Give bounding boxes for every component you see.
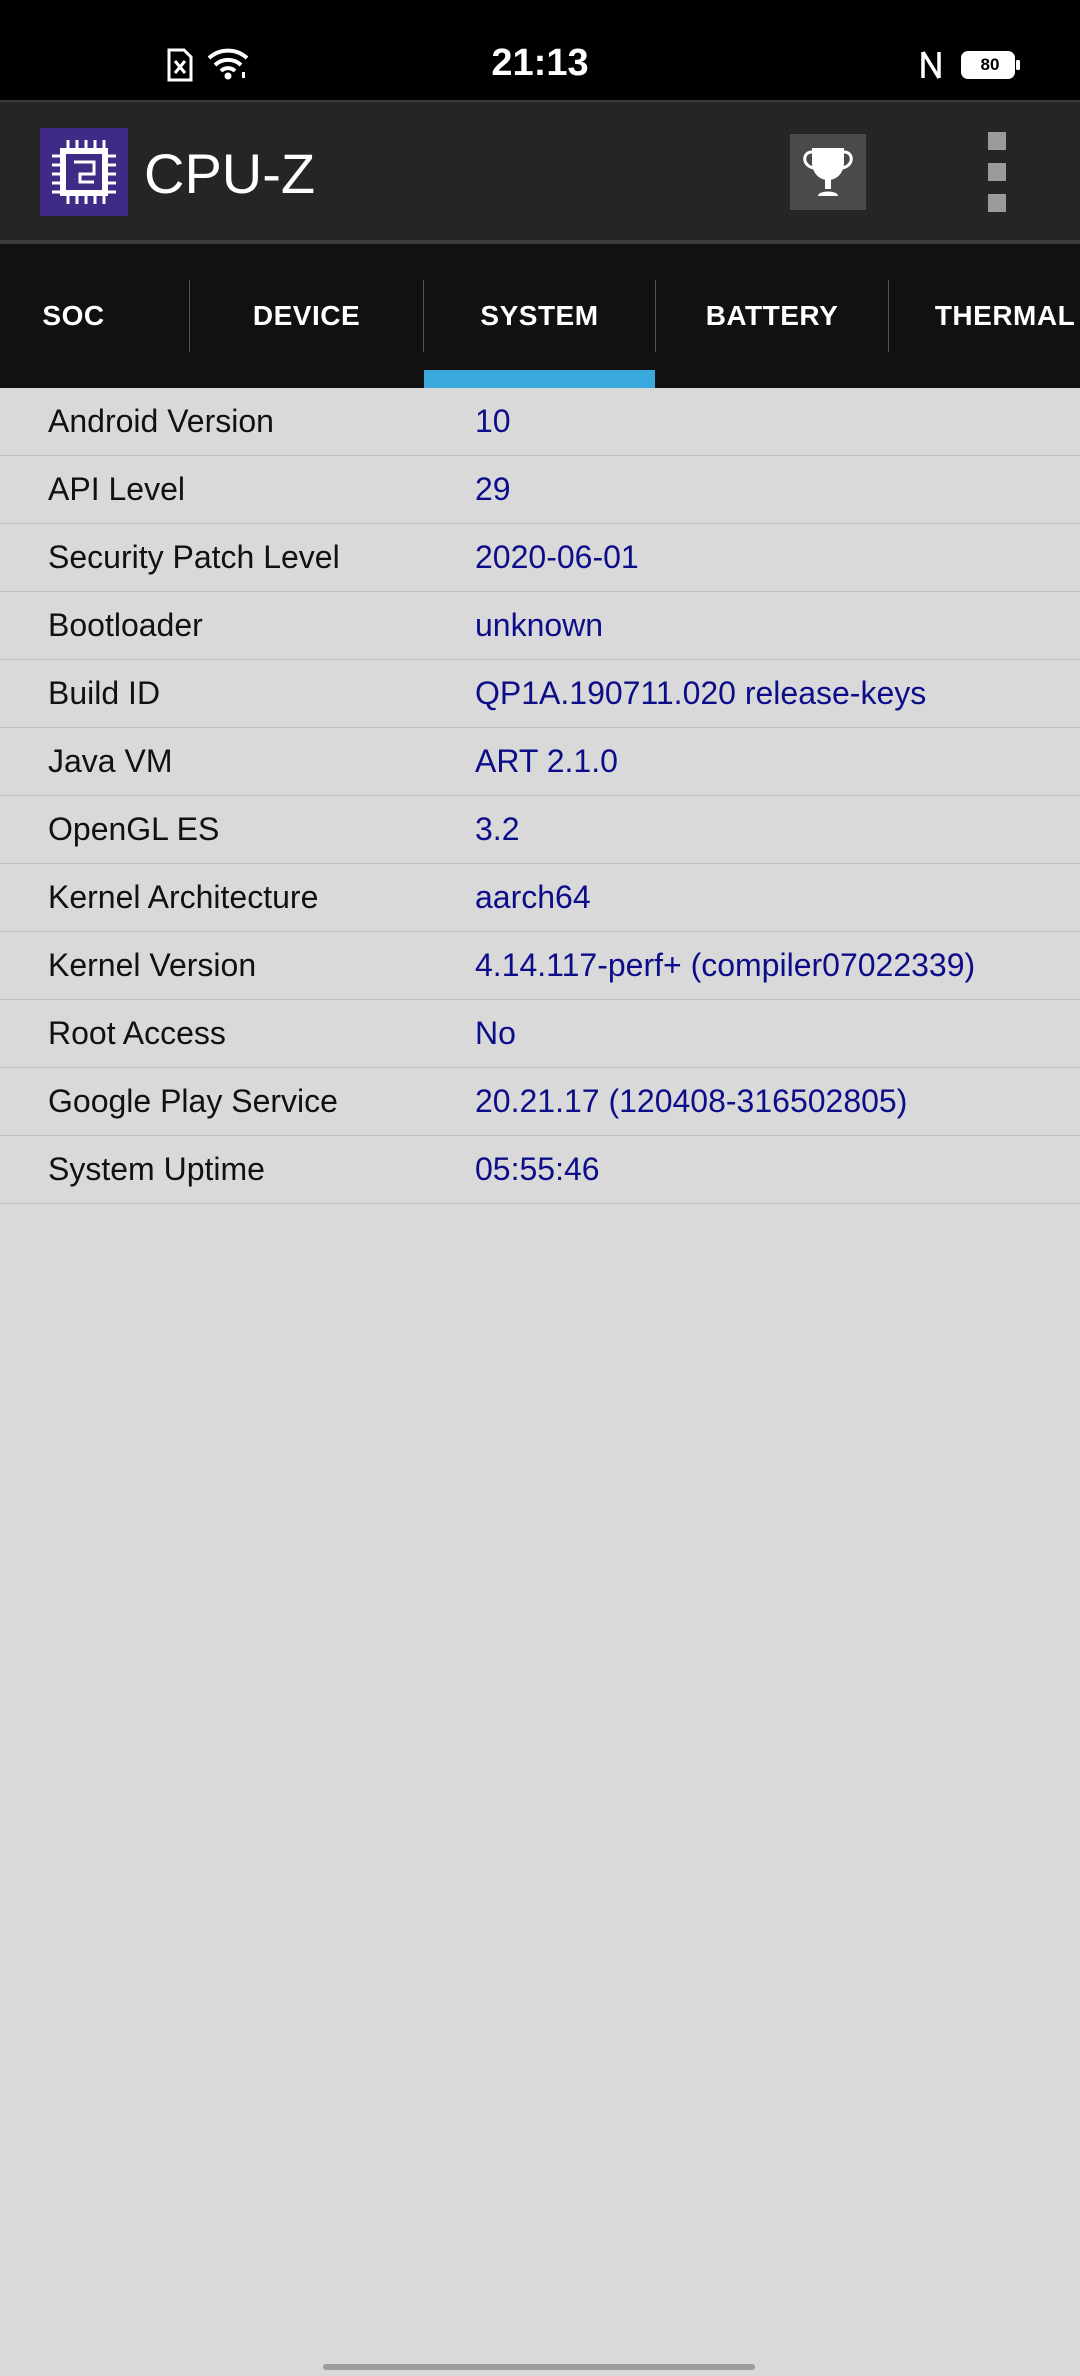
tab-system[interactable]: SYSTEM [424,244,655,388]
status-bar: 80 21:13 [0,0,1080,100]
system-info-list: Android Version 10 API Level 29 Security… [0,388,1080,1204]
tab-bar: SOC DEVICE SYSTEM BATTERY THERMAL [0,240,1080,388]
info-row-root-access: Root Access No [0,1000,1080,1068]
row-value: 3.2 [475,811,520,847]
menu-dot [988,163,1006,181]
tab-soc[interactable]: SOC [0,244,147,388]
row-label: Google Play Service [48,1083,338,1119]
row-label: Kernel Architecture [48,879,319,915]
info-row-build-id: Build ID QP1A.190711.020 release-keys [0,660,1080,728]
menu-dot [988,194,1006,212]
status-time: 21:13 [491,42,589,84]
active-tab-indicator [424,370,655,388]
row-value: 20.21.17 (120408-316502805) [475,1083,908,1119]
row-label: API Level [48,471,185,507]
trophy-button[interactable] [790,134,866,210]
row-value: ART 2.1.0 [475,743,618,779]
info-row-opengl-es: OpenGL ES 3.2 [0,796,1080,864]
row-label: Root Access [48,1015,226,1051]
info-row-java-vm: Java VM ART 2.1.0 [0,728,1080,796]
row-label: Security Patch Level [48,539,340,575]
row-value: 2020-06-01 [475,539,639,575]
info-row-android-version: Android Version 10 [0,388,1080,456]
info-row-security-patch: Security Patch Level 2020-06-01 [0,524,1080,592]
trophy-icon [803,148,853,196]
cpu-chip-icon [40,128,128,216]
tab-device[interactable]: DEVICE [190,244,423,388]
row-value: 05:55:46 [475,1151,600,1187]
row-label: Kernel Version [48,947,257,983]
row-label: Build ID [48,675,161,711]
row-value: 29 [475,471,511,507]
app-bar: CPU-Z [0,100,1080,240]
tab-battery[interactable]: BATTERY [656,244,888,388]
row-label: Java VM [48,743,173,779]
row-label: Bootloader [48,607,203,643]
row-label: Android Version [48,403,274,439]
tab-thermal[interactable]: THERMAL [889,244,1080,388]
info-row-kernel-architecture: Kernel Architecture aarch64 [0,864,1080,932]
info-row-api-level: API Level 29 [0,456,1080,524]
info-row-kernel-version: Kernel Version 4.14.117-perf+ (compiler0… [0,932,1080,1000]
row-value: 4.14.117-perf+ (compiler07022339) [475,947,976,983]
row-value: 10 [475,403,511,439]
row-value: No [475,1015,516,1051]
row-value: QP1A.190711.020 release-keys [475,675,927,711]
info-row-bootloader: Bootloader unknown [0,592,1080,660]
app-title: CPU-Z [144,142,316,205]
info-row-google-play-service: Google Play Service 20.21.17 (120408-316… [0,1068,1080,1136]
row-label: OpenGL ES [48,811,220,847]
row-label: System Uptime [48,1151,265,1187]
row-value: unknown [475,607,604,643]
gesture-nav-bar[interactable] [323,2364,755,2370]
info-row-system-uptime: System Uptime 05:55:46 [0,1136,1080,1204]
row-value: aarch64 [475,879,591,915]
menu-dot [988,132,1006,150]
overflow-menu-button[interactable] [975,132,1019,212]
